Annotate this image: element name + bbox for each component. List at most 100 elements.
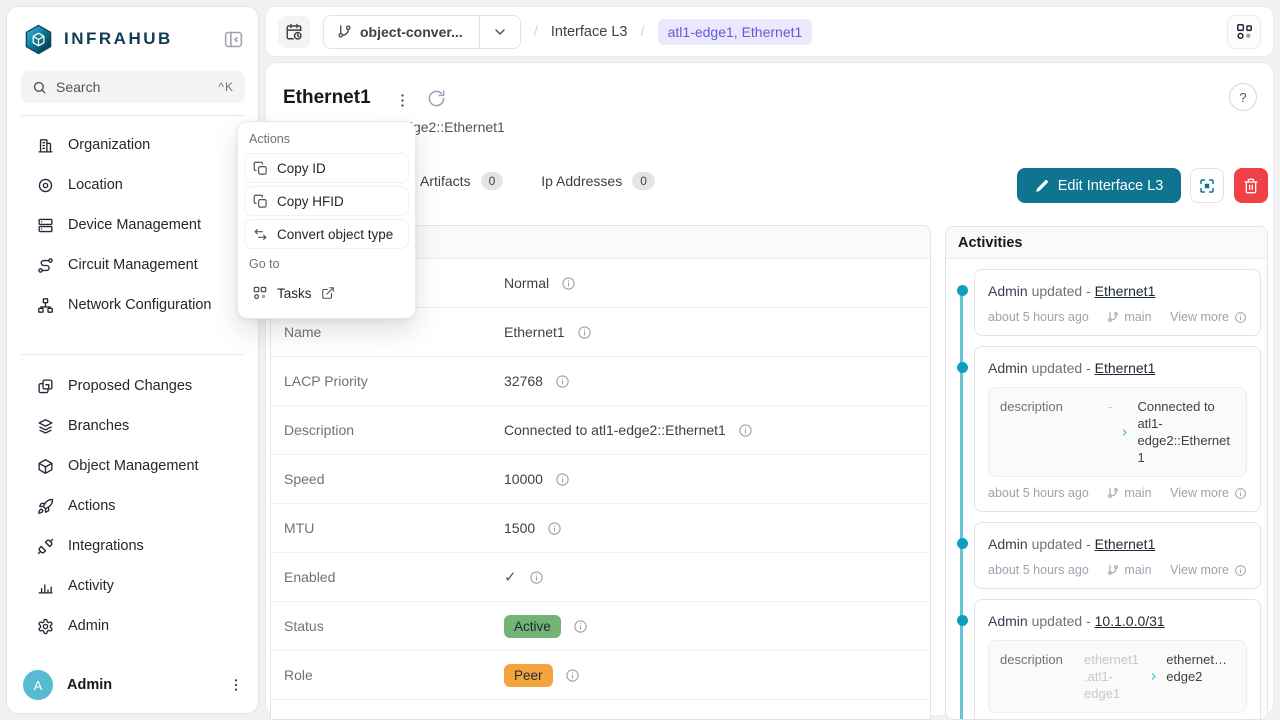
chevron-down-icon [480, 24, 520, 40]
info-icon [1234, 564, 1247, 577]
copy-icon [253, 194, 268, 209]
view-more-link[interactable]: View more [1170, 563, 1247, 577]
menu-item-convert-object-type[interactable]: Convert object type [244, 219, 409, 249]
divider [21, 115, 244, 116]
copy-icon [253, 161, 268, 176]
diff-new-value: Connected to atl1-edge2::Ethernet1 [1137, 398, 1235, 466]
activity-card: Admin updated - Ethernet1 about 5 hours … [974, 522, 1261, 589]
timeline-dot [957, 538, 968, 549]
sidebar-item-branches[interactable]: Branches [21, 406, 244, 446]
menu-item-label: Convert object type [277, 227, 393, 242]
chevron-right-icon [1120, 428, 1129, 437]
field-value: 32768 [504, 373, 543, 389]
timeline-line [960, 295, 963, 719]
sidebar-item-object-management[interactable]: Object Management [21, 446, 244, 486]
table-row: Role Peer [271, 651, 930, 700]
field-label: Role [271, 667, 504, 683]
info-icon[interactable] [738, 423, 753, 438]
view-more-link[interactable]: View more [1170, 486, 1247, 500]
sidebar-item-label: Location [68, 177, 123, 193]
activity-object-link[interactable]: 10.1.0.0/31 [1095, 613, 1165, 629]
collapse-sidebar-icon[interactable] [223, 29, 244, 50]
sidebar-item-proposed-changes[interactable]: Proposed Changes [21, 366, 244, 406]
activity-object-link[interactable]: Ethernet1 [1095, 536, 1156, 552]
network-icon [37, 297, 54, 314]
sidebar-item-label: Device Management [68, 217, 201, 233]
git-branch-icon [1107, 564, 1119, 576]
refresh-icon[interactable] [427, 89, 446, 108]
sidebar-item-organization[interactable]: Organization [21, 125, 244, 165]
menu-item-tasks[interactable]: Tasks [244, 278, 409, 308]
breadcrumb-separator: / [534, 23, 538, 40]
diff-old-value: ethernet1.atl1-edge1 [1084, 651, 1141, 702]
git-branch-icon [337, 24, 352, 39]
diff-old-value: - [1084, 398, 1112, 415]
info-icon[interactable] [561, 276, 576, 291]
activity-time: about 5 hours ago [988, 310, 1089, 324]
object-actions-kebab-icon[interactable] [392, 90, 413, 111]
activity-action: updated - [1032, 536, 1091, 552]
sidebar-item-device-management[interactable]: Device Management [21, 205, 244, 245]
activity-object-link[interactable]: Ethernet1 [1095, 283, 1156, 299]
branch-selector-value: object-conver... [360, 24, 463, 40]
info-icon[interactable] [555, 374, 570, 389]
sidebar-item-label: Branches [68, 418, 129, 434]
field-value: 1500 [504, 520, 535, 536]
activity-object-link[interactable]: Ethernet1 [1095, 360, 1156, 376]
sidebar-item-circuit-management[interactable]: Circuit Management [21, 245, 244, 285]
user-menu-kebab-icon[interactable] [224, 673, 248, 697]
activity-action: updated - [1032, 360, 1091, 376]
breadcrumb-interface-l3[interactable]: Interface L3 [551, 24, 628, 40]
field-label: MTU [271, 520, 504, 536]
delete-button[interactable] [1234, 168, 1268, 203]
info-icon[interactable] [555, 472, 570, 487]
sidebar-item-label: Object Management [68, 458, 199, 474]
table-row: Speed 10000 [271, 455, 930, 504]
activity-branch: main [1124, 310, 1151, 324]
sidebar-item-activity[interactable]: Activity [21, 566, 244, 606]
menu-item-label: Copy ID [277, 161, 326, 176]
branch-selector[interactable]: object-conver... [323, 15, 521, 49]
sidebar-item-network-configuration[interactable]: Network Configuration [21, 285, 244, 325]
activity-card: Admin updated - 10.1.0.0/31 description … [974, 599, 1261, 720]
search-input[interactable]: Search ^K [21, 71, 245, 103]
menu-section-actions: Actions [244, 127, 409, 150]
sidebar-item-actions[interactable]: Actions [21, 486, 244, 526]
bar-chart-icon [37, 578, 54, 595]
avatar[interactable]: A [23, 670, 53, 700]
manage-groups-button[interactable] [1190, 168, 1224, 203]
field-label: Description [271, 422, 504, 438]
time-travel-calendar-icon[interactable] [278, 16, 310, 48]
field-label: Status [271, 618, 504, 634]
breadcrumb-object-pill[interactable]: atl1-edge1, Ethernet1 [658, 19, 813, 45]
info-icon[interactable] [529, 570, 544, 585]
view-more-link[interactable]: View more [1170, 310, 1247, 324]
sidebar: INFRAHUB Search ^K O [6, 6, 259, 714]
info-icon[interactable] [565, 668, 580, 683]
select-group-icon [1198, 177, 1216, 195]
help-button[interactable]: ? [1229, 83, 1257, 111]
sidebar-item-integrations[interactable]: Integrations [21, 526, 244, 566]
table-row: Description Connected to atl1-edge2::Eth… [271, 406, 930, 455]
activity-time: about 5 hours ago [988, 486, 1089, 500]
info-icon[interactable] [577, 325, 592, 340]
status-badge: Active [504, 615, 561, 638]
tab-ip-addresses[interactable]: Ip Addresses 0 [541, 172, 655, 190]
activity-diff: description ethernet1.atl1-edge1 etherne… [988, 640, 1247, 713]
divider [21, 354, 244, 355]
info-icon[interactable] [547, 521, 562, 536]
git-branch-icon [1107, 487, 1119, 499]
tab-artifacts[interactable]: Artifacts 0 [420, 172, 503, 190]
sidebar-item-admin[interactable]: Admin [21, 606, 244, 646]
search-label: Search [56, 79, 100, 95]
menu-item-copy-id[interactable]: Copy ID [244, 153, 409, 183]
menu-item-copy-hfid[interactable]: Copy HFID [244, 186, 409, 216]
schema-diagram-icon[interactable] [1227, 15, 1261, 49]
edit-interface-button[interactable]: Edit Interface L3 [1017, 168, 1181, 203]
info-icon[interactable] [573, 619, 588, 634]
sidebar-item-location[interactable]: Location [21, 165, 244, 205]
diff-new-value: ethernet… edge2 [1166, 651, 1235, 685]
tab-bar: Artifacts 0 Ip Addresses 0 [420, 172, 655, 190]
search-shortcut: ^K [218, 80, 234, 94]
field-label: Enabled [271, 569, 504, 585]
